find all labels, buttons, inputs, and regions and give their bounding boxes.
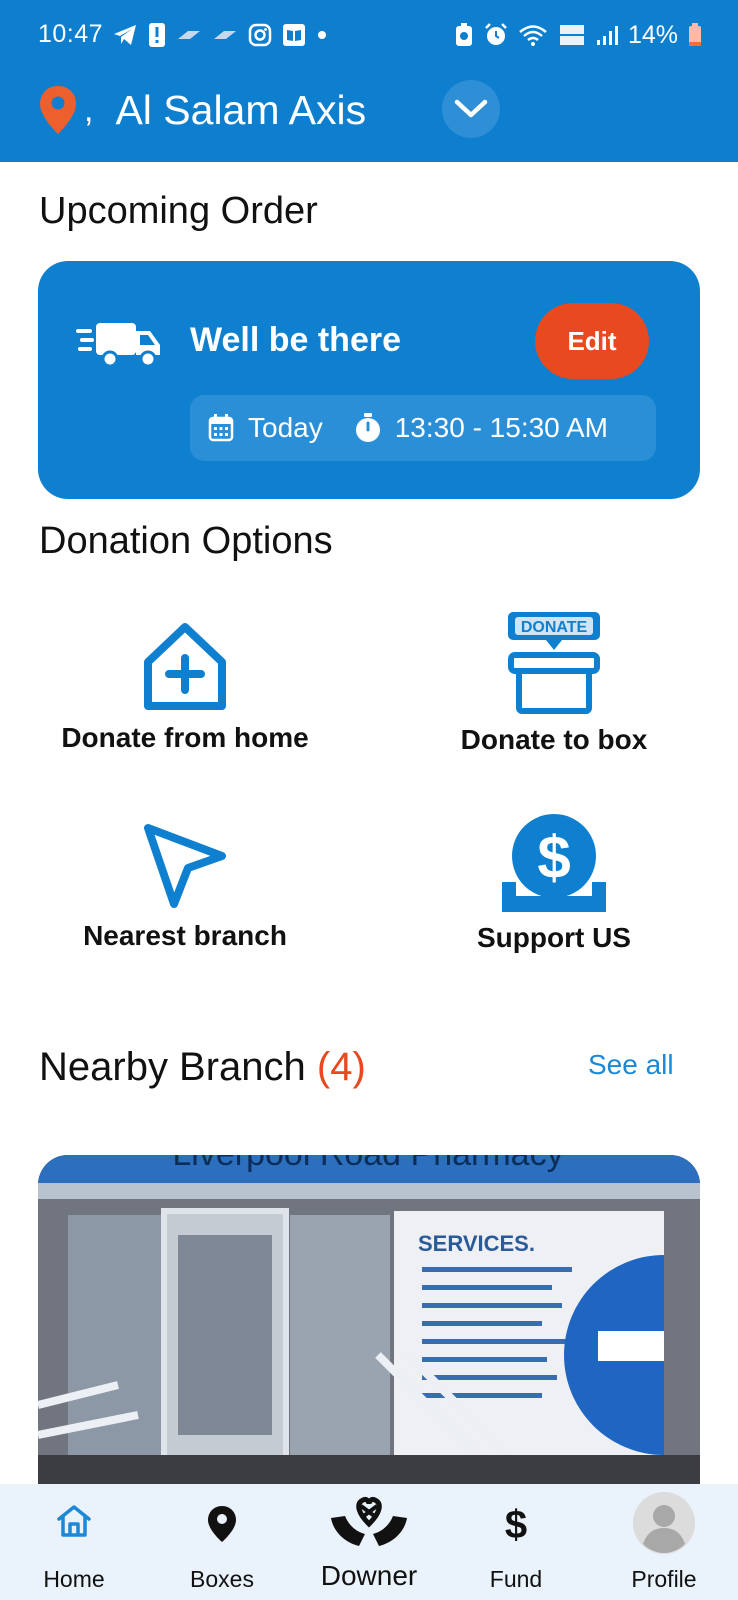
- navigation-arrow-icon: [144, 824, 226, 908]
- home-icon: [57, 1505, 91, 1537]
- nav-boxes[interactable]: Boxes: [162, 1484, 282, 1600]
- alert-icon: [149, 23, 165, 47]
- delivery-truck-icon: [76, 323, 160, 367]
- option-label: Donate to box: [460, 724, 648, 755]
- nav-label: Boxes: [190, 1566, 254, 1592]
- edit-order-button[interactable]: Edit: [535, 303, 649, 379]
- calendar-icon: [208, 414, 234, 442]
- photo-panel-text: SERVICES.: [418, 1231, 535, 1256]
- option-label: Nearest branch: [83, 920, 287, 951]
- donate-to-box-option[interactable]: DONATE Donate to box: [389, 610, 719, 756]
- donate-from-home-option[interactable]: Donate from home: [20, 620, 350, 754]
- battery-saver-icon: [455, 23, 472, 46]
- donate-badge-text: DONATE: [521, 619, 588, 636]
- branch-card[interactable]: Liverpool Road Pharmacy SERVICES.: [38, 1155, 700, 1495]
- bottom-navigation: Home Boxes Downer $ Fund Profile: [0, 1484, 738, 1600]
- svg-text:$: $: [537, 824, 570, 891]
- donate-box-icon: DONATE: [508, 612, 600, 714]
- map-pin-icon: [208, 1506, 236, 1542]
- coin-dollar-icon: $: [502, 814, 606, 912]
- book-icon: [283, 24, 305, 46]
- app-icon: [214, 31, 236, 39]
- location-separator: ,: [84, 90, 94, 129]
- option-label: Donate from home: [61, 722, 309, 753]
- dollar-icon: $: [505, 1503, 527, 1544]
- volte-icon: [559, 25, 584, 45]
- chevron-down-icon: [454, 99, 488, 118]
- app-icon: [178, 31, 200, 39]
- order-day: Today: [248, 412, 323, 443]
- order-status-message: Well be there: [190, 321, 401, 359]
- nav-fund[interactable]: $ Fund: [456, 1484, 576, 1600]
- instagram-icon: [248, 23, 272, 47]
- svg-text:$: $: [505, 1503, 527, 1544]
- nav-label: Downer: [320, 1560, 418, 1591]
- telegram-icon: [114, 25, 136, 45]
- location-name: Al Salam Axis: [115, 86, 367, 133]
- nav-label: Fund: [489, 1566, 543, 1592]
- nearby-branch-label: Nearby Branch: [39, 1045, 306, 1089]
- battery-percent: 14%: [627, 20, 678, 49]
- nav-label: Home: [43, 1566, 105, 1592]
- photo-sign-text: Liverpool Road Pharmacy: [172, 1155, 563, 1173]
- avatar-icon: [633, 1492, 695, 1554]
- order-time-range: 13:30 - 15:30 AM: [394, 412, 608, 443]
- alarm-icon: [485, 23, 507, 45]
- donation-options-title: Donation Options: [39, 520, 333, 562]
- location-dropdown-button[interactable]: [442, 80, 500, 138]
- upcoming-order-title: Upcoming Order: [39, 190, 318, 232]
- nearest-branch-option[interactable]: Nearest branch: [20, 822, 350, 952]
- dot-icon: [318, 31, 326, 39]
- nearby-branch-title: Nearby Branch (4): [39, 1045, 366, 1090]
- option-label: Support US: [477, 922, 631, 953]
- nav-profile[interactable]: Profile: [604, 1484, 724, 1600]
- upcoming-order-card[interactable]: Well be there Edit Today 13:30 - 15:30 A…: [38, 261, 700, 499]
- status-time: 10:47: [38, 20, 104, 48]
- battery-icon: [689, 23, 701, 46]
- see-all-link[interactable]: See all: [588, 1049, 674, 1081]
- status-bar: 10:47 14%: [0, 0, 738, 70]
- order-schedule: Today 13:30 - 15:30 AM: [190, 395, 656, 461]
- house-plus-icon: [144, 623, 226, 710]
- stopwatch-icon: [355, 413, 380, 442]
- notification-icons: [112, 20, 328, 50]
- branch-photo: Liverpool Road Pharmacy SERVICES.: [38, 1155, 700, 1495]
- location-selector[interactable]: , Al Salam Axis: [38, 82, 366, 138]
- location-pin-icon: [40, 86, 76, 134]
- support-us-option[interactable]: $ Support US: [389, 812, 719, 954]
- nav-label: Profile: [631, 1566, 697, 1592]
- nav-home[interactable]: Home: [14, 1484, 134, 1600]
- system-icons: 14%: [454, 20, 702, 50]
- nearby-branch-count: (4): [316, 1045, 366, 1089]
- nav-downer[interactable]: Downer: [309, 1484, 429, 1600]
- heart-hands-icon: [331, 1497, 407, 1546]
- signal-icon: [596, 26, 618, 45]
- wifi-icon: [519, 25, 547, 46]
